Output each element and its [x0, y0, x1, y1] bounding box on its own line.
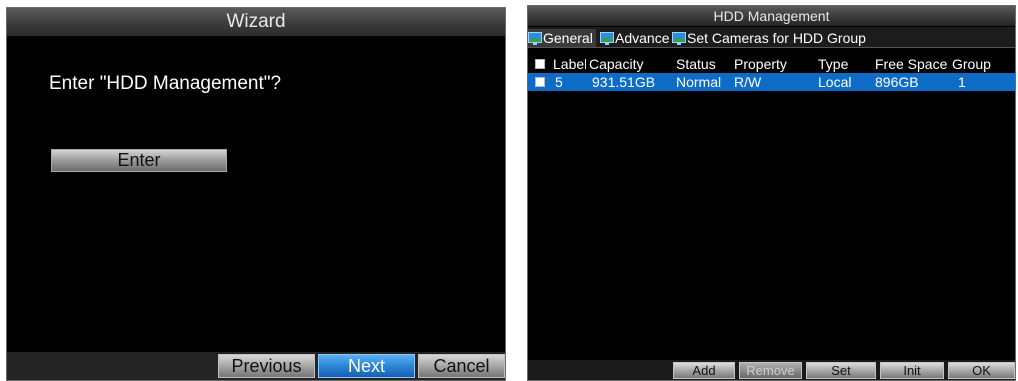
hdd-footer: Add Remove Set Init OK [528, 360, 1015, 380]
init-button[interactable]: Init [880, 362, 944, 379]
row-property: R/W [734, 74, 762, 90]
tab-set-cameras[interactable]: Set Cameras for HDD Group [672, 29, 872, 47]
monitor-icon [672, 32, 686, 45]
column-header-capacity: Capacity [589, 56, 644, 72]
tab-advance-label: Advance [615, 30, 670, 46]
set-button[interactable]: Set [806, 362, 876, 379]
monitor-icon [600, 32, 614, 45]
column-header-free-space: Free Space [875, 56, 948, 72]
column-header-label: Label [553, 56, 586, 72]
tab-general-label: General [543, 30, 593, 46]
previous-button[interactable]: Previous [218, 354, 315, 378]
table-header: Label Capacity Status Property Type Free… [528, 55, 1015, 73]
hdd-title: HDD Management [528, 6, 1015, 26]
column-header-type: Type [818, 56, 849, 72]
add-button[interactable]: Add [673, 362, 735, 379]
remove-button[interactable]: Remove [739, 362, 802, 379]
column-header-property: Property [734, 56, 787, 72]
column-header-group: Group [952, 56, 991, 72]
enter-button[interactable]: Enter [51, 149, 227, 172]
row-free-space: 896GB [875, 74, 919, 90]
ok-button[interactable]: OK [948, 362, 1015, 379]
select-all-checkbox[interactable] [535, 59, 545, 69]
row-type: Local [818, 74, 852, 90]
hdd-management-dialog: HDD Management General Advance Set Camer… [527, 5, 1016, 381]
table-row[interactable]: 5 931.51GB Normal R/W Local 896GB 1 [528, 73, 1015, 91]
tab-set-cameras-label: Set Cameras for HDD Group [687, 30, 866, 46]
cancel-button[interactable]: Cancel [418, 354, 505, 378]
wizard-footer: Previous Next Cancel [7, 352, 505, 380]
row-capacity: 931.51GB [592, 74, 656, 90]
wizard-dialog: Wizard Enter "HDD Management"? Enter Pre… [6, 7, 506, 381]
row-checkbox[interactable] [535, 77, 545, 87]
row-group: 1 [958, 74, 966, 90]
wizard-prompt: Enter "HDD Management"? [49, 73, 282, 94]
wizard-title: Wizard [7, 8, 505, 36]
next-button[interactable]: Next [318, 354, 415, 378]
tab-bar: General Advance Set Cameras for HDD Grou… [528, 27, 1015, 48]
monitor-icon [528, 32, 542, 45]
column-header-status: Status [676, 56, 716, 72]
tab-general[interactable]: General [528, 29, 596, 47]
tab-advance[interactable]: Advance [600, 29, 670, 47]
row-status: Normal [676, 74, 722, 90]
row-label: 5 [555, 74, 563, 90]
